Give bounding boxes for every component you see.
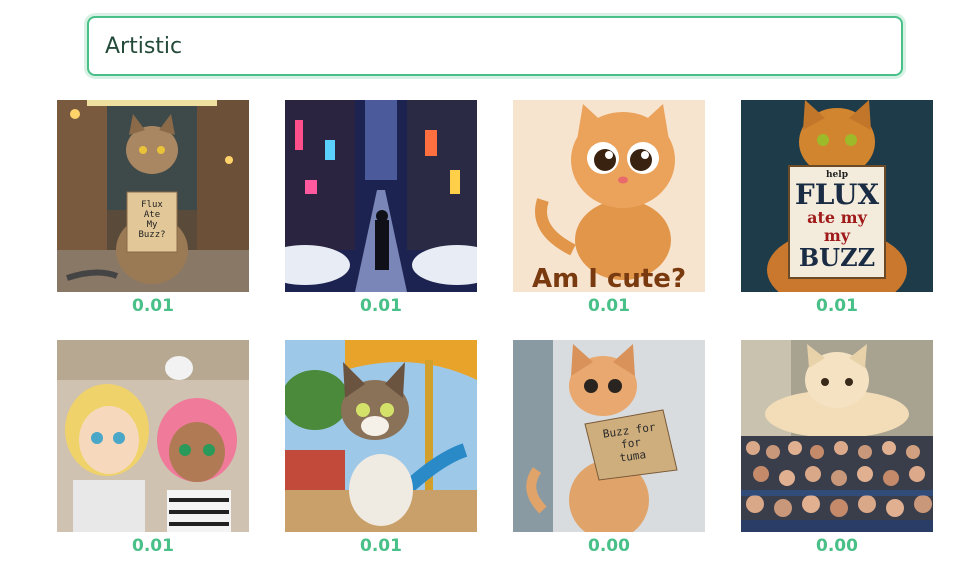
image-score: 0.01 bbox=[360, 296, 402, 316]
image-card[interactable]: Flux Ate My Buzz? 0.01 bbox=[57, 100, 249, 330]
image-score: 0.01 bbox=[132, 536, 174, 556]
image-card[interactable]: 0.01 bbox=[285, 340, 477, 568]
sign-line: Buzz? bbox=[138, 230, 166, 240]
image-score: 0.01 bbox=[588, 296, 630, 316]
image-score: 0.00 bbox=[588, 536, 630, 556]
image-thumbnail[interactable] bbox=[285, 100, 477, 292]
search-box bbox=[87, 16, 903, 76]
image-score: 0.01 bbox=[360, 536, 402, 556]
sign-line: BUZZ bbox=[798, 243, 876, 272]
cat-sign-image bbox=[57, 100, 249, 292]
image-thumbnail[interactable] bbox=[285, 340, 477, 532]
image-caption: Am I cute? bbox=[531, 264, 687, 292]
sign-line: Ate bbox=[143, 210, 161, 220]
sign-text: help FLUX ate my my BUZZ bbox=[789, 170, 885, 271]
image-card[interactable]: help FLUX ate my my BUZZ 0.01 bbox=[741, 100, 933, 330]
image-thumbnail[interactable]: Am I cute? bbox=[513, 100, 705, 292]
sign-line: ate my bbox=[807, 208, 867, 227]
cat-crowd-image bbox=[741, 340, 933, 532]
image-thumbnail[interactable]: help FLUX ate my my BUZZ bbox=[741, 100, 933, 292]
image-card[interactable]: 0.00 bbox=[741, 340, 933, 568]
sign-text: Flux Ate My Buzz? bbox=[127, 200, 177, 240]
kitten-playground-image bbox=[285, 340, 477, 532]
image-card[interactable]: 0.01 bbox=[57, 340, 249, 568]
search-field-wrapper bbox=[84, 13, 906, 79]
image-thumbnail[interactable] bbox=[741, 340, 933, 532]
sign-line: My bbox=[146, 220, 158, 230]
image-card[interactable]: 0.01 bbox=[285, 100, 477, 330]
city-street-image bbox=[285, 100, 477, 292]
sign-line: Flux bbox=[141, 200, 163, 210]
image-thumbnail[interactable] bbox=[57, 340, 249, 532]
image-thumbnail[interactable]: Flux Ate My Buzz? bbox=[57, 100, 249, 292]
image-thumbnail[interactable]: Buzz for for tuma bbox=[513, 340, 705, 532]
sign-line: FLUX bbox=[794, 178, 880, 211]
image-card[interactable]: Am I cute? 0.01 bbox=[513, 100, 705, 330]
anime-characters-image bbox=[57, 340, 249, 532]
search-input[interactable] bbox=[89, 18, 901, 74]
image-score: 0.01 bbox=[816, 296, 858, 316]
image-score: 0.00 bbox=[816, 536, 858, 556]
image-card[interactable]: Buzz for for tuma 0.00 bbox=[513, 340, 705, 568]
image-score: 0.01 bbox=[132, 296, 174, 316]
